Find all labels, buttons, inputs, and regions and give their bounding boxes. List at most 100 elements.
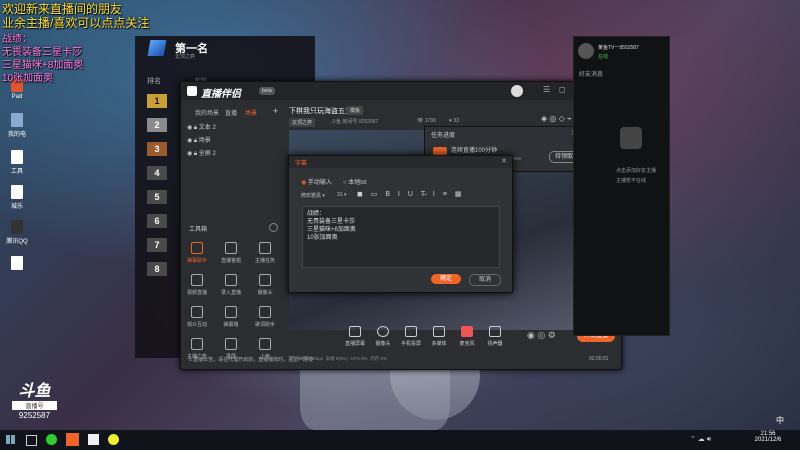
skin-icon[interactable]: ◻: [559, 85, 566, 94]
mode-manual-radio[interactable]: ◉ 手动输入: [301, 177, 332, 186]
desktop-icon-qq[interactable]: 腾讯QQ: [2, 220, 32, 245]
overlay-line-3: 10张加面奥: [2, 73, 54, 84]
tool-camera[interactable]: 摄像头: [253, 274, 277, 296]
media-icon: [433, 326, 445, 337]
eye-icon[interactable]: ◉: [187, 151, 192, 157]
btn-media[interactable]: 多媒体: [427, 326, 451, 347]
tab-live[interactable]: 直播: [225, 108, 237, 117]
tool-quiz[interactable]: 直播答题: [219, 242, 243, 264]
app-logo-icon: [187, 86, 197, 96]
douyu-logo: 斗鱼: [18, 383, 51, 400]
computer-icon: [11, 113, 23, 127]
chat-window: 某鱼TV一9552587 在线 好友消息 点击添加好友主播 主播暂不在线: [573, 36, 670, 336]
layer-item[interactable]: ◉ 🔒︎ 全屏 2: [187, 148, 216, 158]
close-icon[interactable]: ✕: [501, 157, 507, 165]
taskbar: ⌃ ☁ 🔊︎ 21:56 2021/12/6: [0, 430, 800, 450]
layer-item[interactable]: ◉ 🔒︎ 文本 2: [187, 122, 216, 132]
room-tag[interactable]: 模板: [347, 106, 364, 115]
chat-tab[interactable]: 好友消息: [579, 69, 603, 78]
overlay-follow: 业余主播/喜欢可以点点关注: [2, 16, 150, 30]
video-icon: [191, 274, 203, 286]
format-toolbar[interactable]: ◼ ▭ B I U T̶ I ≡ ▦: [357, 190, 464, 198]
btn-speaker[interactable]: 扬声器: [483, 326, 507, 347]
tool-audience[interactable]: 观众互动: [185, 306, 209, 328]
mode-txt-radio[interactable]: ○ 本地txt: [343, 177, 367, 186]
btn-camera[interactable]: 摄像头: [371, 326, 395, 347]
avatar[interactable]: [511, 85, 523, 97]
room-title: 下棋我只玩海盗五三: [289, 108, 352, 115]
btn-screen[interactable]: 直播屏幕: [343, 326, 367, 347]
rank-row-7: 7: [147, 238, 167, 252]
tool-danmu-helper[interactable]: 弹幕助手: [185, 242, 209, 264]
desktop-icon-game[interactable]: 城乐: [2, 185, 32, 210]
tab-my-scene[interactable]: 我的场景: [195, 108, 219, 117]
cancel-button[interactable]: 取消: [469, 274, 501, 286]
placeholder-icon: [620, 127, 642, 149]
tab-scene[interactable]: 场景: [245, 108, 257, 117]
douyu-app-icon[interactable]: [66, 433, 79, 446]
lock-icon[interactable]: 🔒︎: [194, 151, 197, 157]
room-meta: 斗鱼 房间号 9252587: [331, 119, 379, 125]
tool-video-live[interactable]: 视频直播: [185, 274, 209, 296]
subtitle-textarea[interactable]: 战绩： 无畏装备三星卡莎 三星猫咪+8加面奥 10张加面奥: [302, 206, 500, 268]
add-scene-icon[interactable]: +: [273, 106, 278, 116]
btn-microphone[interactable]: 麦克风: [455, 326, 479, 347]
font-select[interactable]: 微软雅黑 ▾: [301, 192, 325, 199]
task-view-icon[interactable]: [26, 435, 37, 446]
phone-icon: [405, 326, 417, 337]
microphone-icon: [461, 326, 473, 337]
app-icon[interactable]: [88, 434, 99, 445]
app-icon[interactable]: [108, 434, 119, 445]
ad-icon: [191, 338, 203, 350]
tool-danmu-wall[interactable]: 弹幕墙: [219, 306, 243, 328]
rank-row-3: 3: [147, 142, 167, 156]
lock-icon[interactable]: 🔒︎: [194, 138, 197, 144]
clock[interactable]: 21:56 2021/12/6: [748, 431, 788, 443]
desktop-icon-computer[interactable]: 我的电: [2, 113, 32, 138]
danmu-icon: [191, 242, 203, 254]
ok-button[interactable]: 确定: [431, 274, 461, 284]
status-bar: 直播码率 0Kbps 丢帧 0(0%) CPU 0% 内存 0%: [291, 356, 387, 361]
rank-row-4: 4: [147, 166, 167, 180]
task-title: 任务进度: [431, 133, 456, 139]
camera-icon: [259, 274, 271, 286]
task-icon: [259, 242, 271, 254]
follower-count: ♥ 33: [449, 118, 459, 124]
rank-row-1: 1: [147, 94, 167, 108]
record-icon: [225, 274, 237, 286]
eye-icon[interactable]: ◉: [187, 125, 192, 131]
desktop-icon-file[interactable]: [2, 256, 32, 272]
quiz-icon: [225, 242, 237, 254]
game-logo-icon: [147, 40, 167, 56]
ime-indicator[interactable]: 中: [776, 415, 784, 426]
document-icon: [11, 256, 23, 270]
task-item: 连续直播100分钟: [451, 148, 498, 154]
category-badge[interactable]: 云顶之弈: [289, 118, 316, 127]
tool-record-live[interactable]: 录入直播: [219, 274, 243, 296]
menu-icon[interactable]: ☰: [543, 85, 550, 94]
document-icon: [11, 150, 23, 164]
viewer-count: 👁 1730: [417, 118, 436, 124]
douyu-sub: 直播号: [12, 401, 57, 410]
avatar[interactable]: [578, 43, 594, 59]
tool-tasks[interactable]: 主播任务: [253, 242, 277, 264]
douyu-watermark: 斗鱼 直播号 9252587: [12, 384, 57, 420]
document-icon: [11, 185, 23, 199]
upload-icon: [259, 338, 271, 350]
layer-item[interactable]: ◉ 🔒︎ 场景: [187, 135, 211, 145]
bottom-settings-icons[interactable]: ◉ ◎ ⚙︎: [527, 330, 556, 341]
tool-lyrics[interactable]: 歌词助手: [253, 306, 277, 328]
browser-icon[interactable]: [46, 434, 57, 445]
dialog-title: 字幕: [295, 161, 308, 167]
desktop-icon-tools[interactable]: 工具: [2, 150, 32, 175]
lock-icon[interactable]: 🔒︎: [194, 125, 197, 131]
btn-phone-cast[interactable]: 手机投屏: [399, 326, 423, 347]
dialog-titlebar: [289, 156, 512, 168]
windows-start-icon[interactable]: [6, 435, 15, 444]
eye-icon[interactable]: ◉: [187, 138, 192, 144]
douyu-room-id: 9252587: [18, 411, 51, 420]
font-size-select[interactable]: 31 ▾: [337, 192, 346, 198]
toolbox-more-icon[interactable]: [269, 223, 278, 232]
qq-icon: [11, 220, 23, 234]
tray-icons[interactable]: ⌃ ☁ 🔊︎: [690, 435, 711, 444]
